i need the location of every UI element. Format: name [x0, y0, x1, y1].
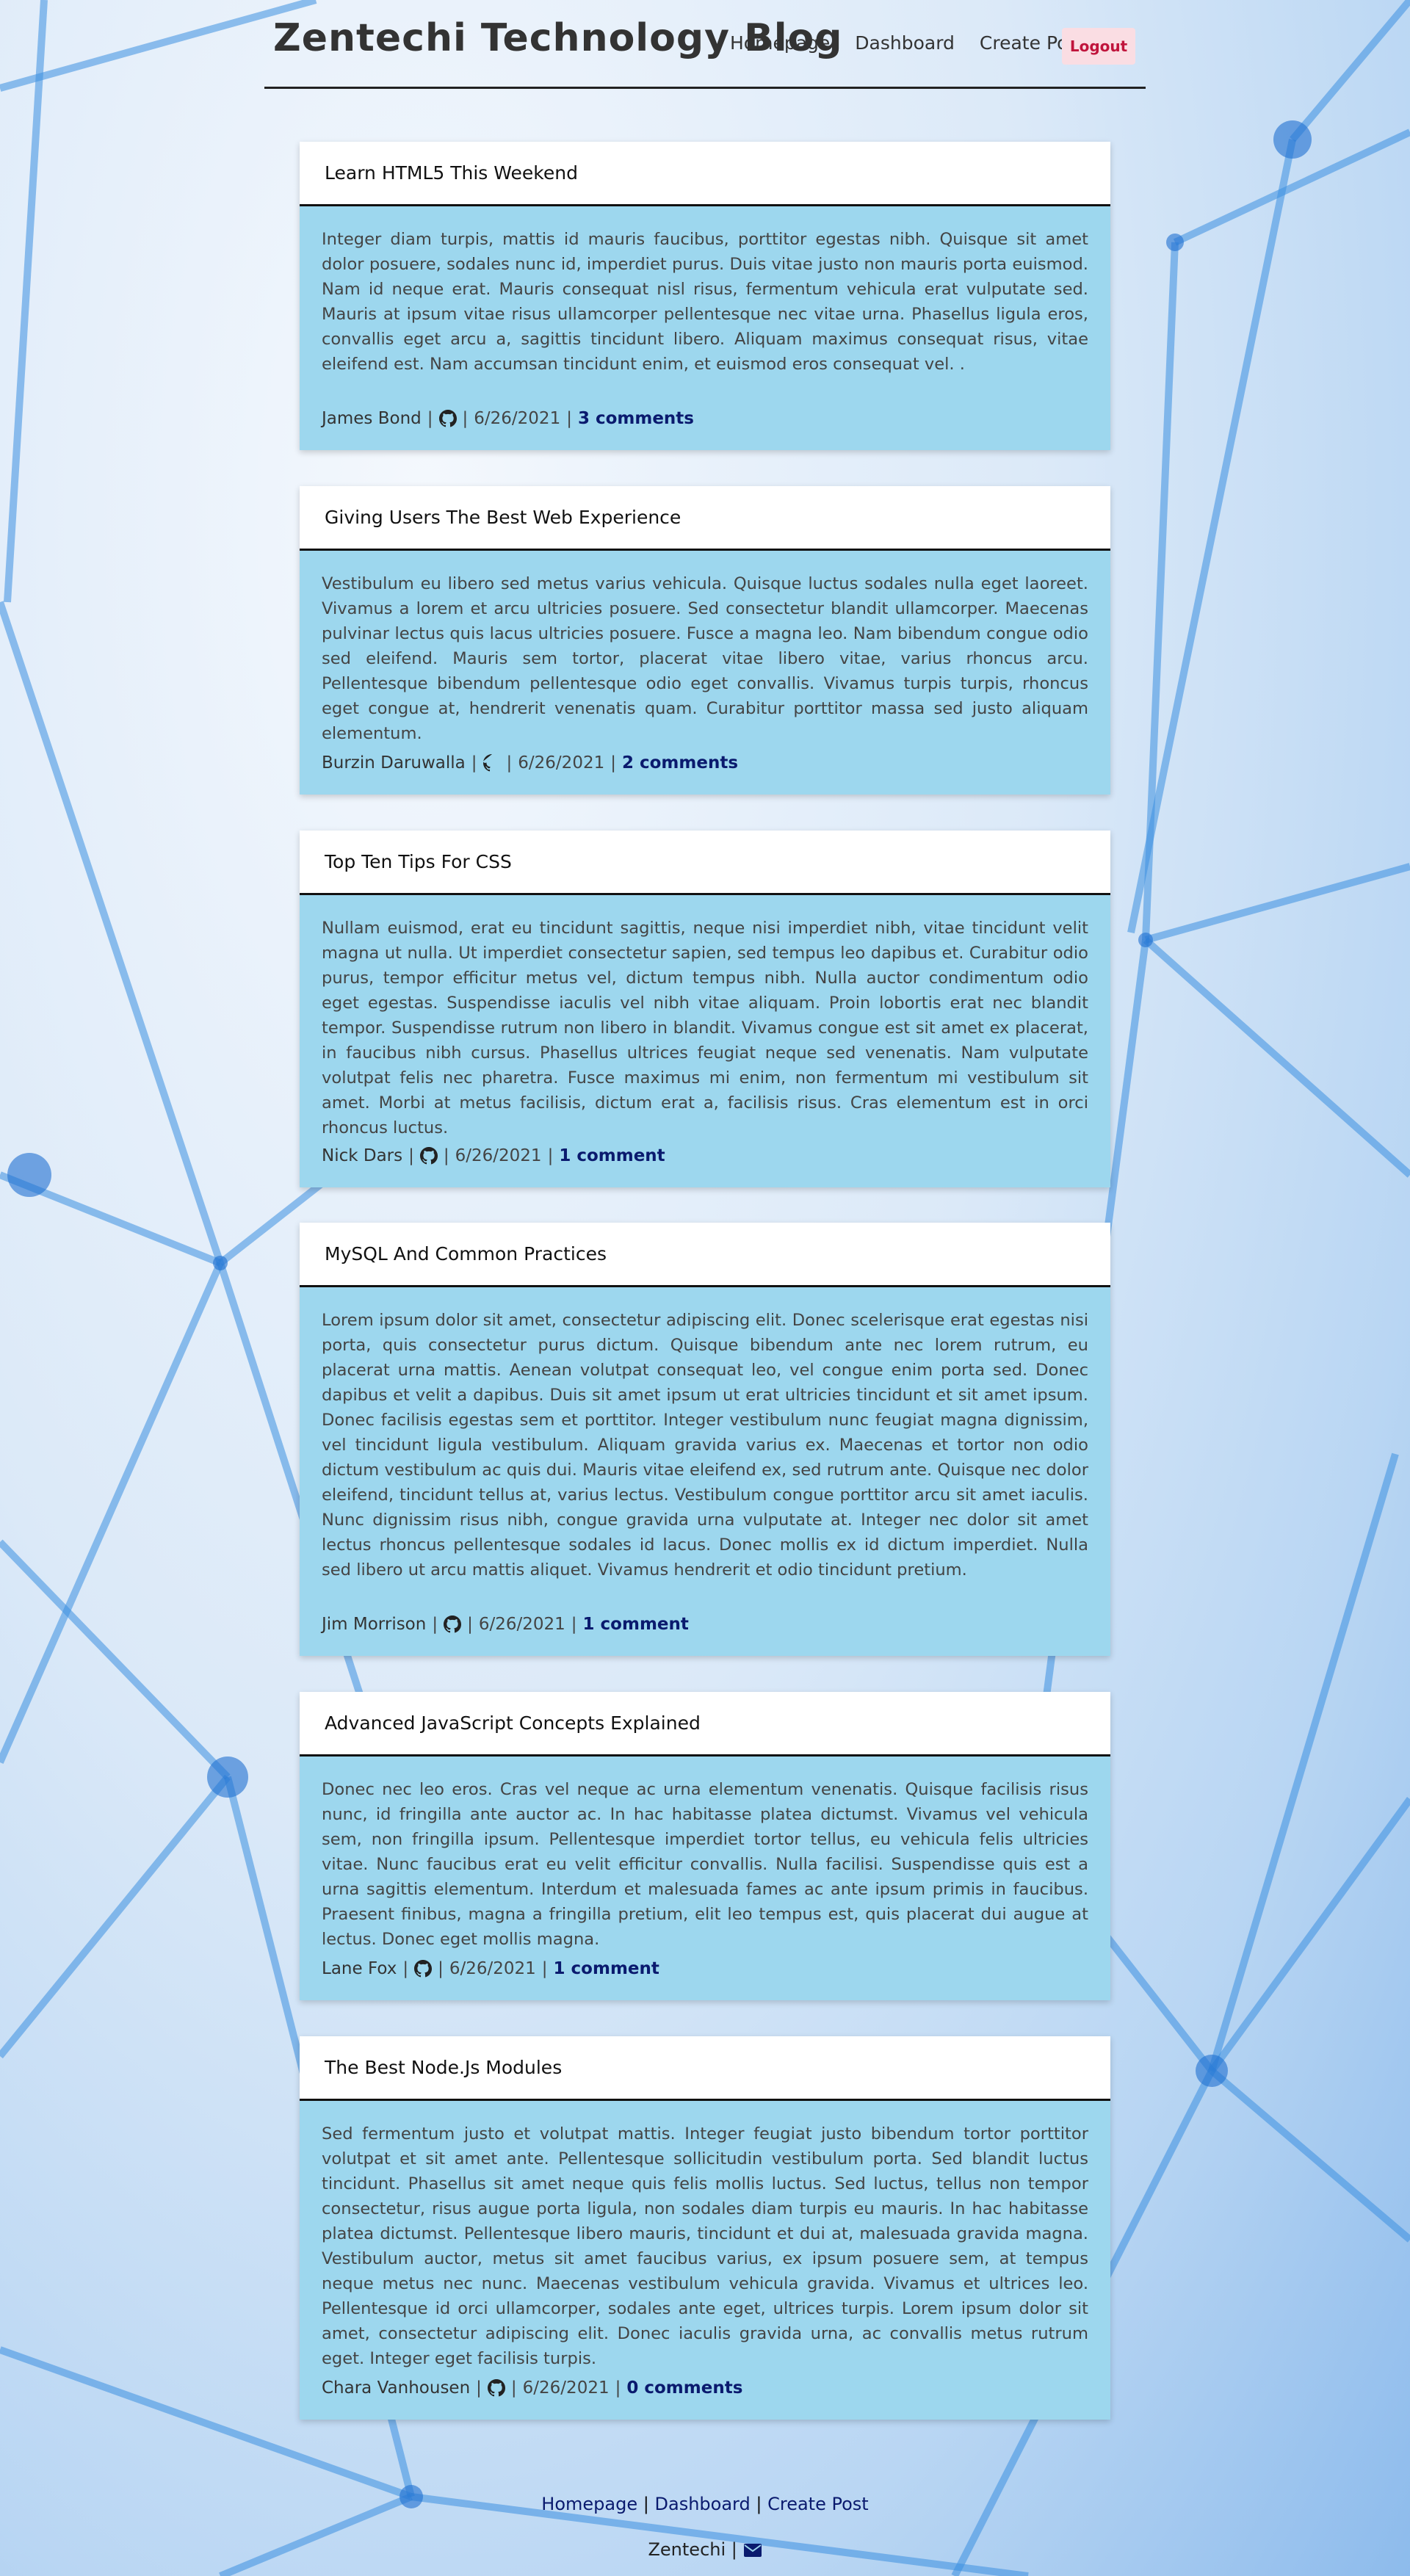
logout-button[interactable]: Logout: [1062, 28, 1135, 65]
post-comments-link[interactable]: 1 comment: [583, 1615, 689, 1634]
github-icon[interactable]: [444, 1616, 462, 1633]
post-card: Top Ten Tips For CSS Nullam euismod, era…: [300, 831, 1110, 1187]
post-card: Advanced JavaScript Concepts Explained D…: [300, 1692, 1110, 2000]
post-content: Sed fermentum justo et volutpat mattis. …: [322, 2124, 1088, 2368]
post-author: Burzin Daruwalla: [322, 753, 466, 773]
post-meta: Nick Dars | | 6/26/2021 | 1 comment: [322, 1146, 665, 1165]
post-date: 6/26/2021: [522, 2378, 610, 2398]
post-comments-link[interactable]: 1 comment: [554, 1959, 659, 1978]
post-header[interactable]: Top Ten Tips For CSS: [300, 831, 1110, 895]
post-meta: Lane Fox | | 6/26/2021 | 1 comment: [322, 1959, 659, 1978]
post-comments-link[interactable]: 3 comments: [578, 409, 694, 428]
post-title[interactable]: Advanced JavaScript Concepts Explained: [325, 1712, 701, 1734]
github-icon[interactable]: [414, 1960, 433, 1978]
post-author: Lane Fox: [322, 1959, 397, 1978]
post-header[interactable]: The Best Node.Js Modules: [300, 2036, 1110, 2101]
post-comments-link[interactable]: 2 comments: [622, 753, 738, 773]
footer-nav: Homepage | Dashboard | Create Post: [0, 2494, 1410, 2514]
post-card: The Best Node.Js Modules Sed fermentum j…: [300, 2036, 1110, 2420]
post-meta: Chara Vanhousen | | 6/26/2021 | 0 commen…: [322, 2378, 743, 2398]
nav-dashboard[interactable]: Dashboard: [855, 32, 955, 54]
footer-link-dashboard[interactable]: Dashboard: [655, 2494, 751, 2514]
github-icon[interactable]: [487, 2379, 505, 2397]
footer-brand: Zentechi: [648, 2539, 726, 2560]
post-author: Nick Dars: [322, 1146, 403, 1165]
footer-separator: |: [731, 2539, 737, 2560]
post-date: 6/26/2021: [474, 409, 561, 428]
post-title[interactable]: Giving Users The Best Web Experience: [325, 507, 681, 528]
post-meta: Burzin Daruwalla | | 6/26/2021 | 2 comme…: [322, 753, 739, 773]
post-title[interactable]: Learn HTML5 This Weekend: [325, 162, 578, 184]
footer-bottom: Zentechi |: [0, 2539, 1410, 2560]
post-title[interactable]: MySQL And Common Practices: [325, 1243, 607, 1265]
post-title[interactable]: Top Ten Tips For CSS: [325, 851, 512, 872]
post-content: Donec nec leo eros. Cras vel neque ac ur…: [322, 1780, 1088, 1949]
post-date: 6/26/2021: [478, 1615, 565, 1634]
post-content: Integer diam turpis, mattis id mauris fa…: [322, 230, 1088, 374]
github-icon[interactable]: [438, 410, 457, 427]
post-date: 6/26/2021: [455, 1146, 542, 1165]
envelope-icon[interactable]: [743, 2543, 762, 2558]
post-header[interactable]: Giving Users The Best Web Experience: [300, 486, 1110, 551]
nav-homepage[interactable]: Homepage: [730, 32, 830, 54]
footer-link-homepage[interactable]: Homepage: [541, 2494, 637, 2514]
post-author: Chara Vanhousen: [322, 2378, 471, 2398]
post-author: James Bond: [322, 409, 422, 428]
post-date: 6/26/2021: [449, 1959, 536, 1978]
post-title[interactable]: The Best Node.Js Modules: [325, 2057, 562, 2078]
post-header[interactable]: Advanced JavaScript Concepts Explained: [300, 1692, 1110, 1756]
post-content: Lorem ipsum dolor sit amet, consectetur …: [322, 1311, 1088, 1580]
post-author: Jim Morrison: [322, 1615, 427, 1634]
post-card: Learn HTML5 This Weekend Integer diam tu…: [300, 142, 1110, 450]
post-meta: Jim Morrison | | 6/26/2021 | 1 comment: [322, 1615, 689, 1634]
post-comments-link[interactable]: 1 comment: [559, 1146, 665, 1165]
main-nav: Homepage Dashboard Create Post: [730, 32, 1085, 54]
post-comments-link[interactable]: 0 comments: [626, 2378, 742, 2398]
footer-link-create-post[interactable]: Create Post: [767, 2494, 869, 2514]
post-content: Nullam euismod, erat eu tincidunt sagitt…: [322, 919, 1088, 1137]
post-date: 6/26/2021: [518, 753, 605, 773]
post-card: MySQL And Common Practices Lorem ipsum d…: [300, 1223, 1110, 1656]
github-icon[interactable]: [419, 1147, 438, 1165]
post-meta: James Bond | | 6/26/2021 | 3 comments: [322, 409, 694, 428]
footer-separator: |: [756, 2494, 762, 2514]
footer-separator: |: [643, 2494, 649, 2514]
site-header: Zentechi Technology Blog Homepage Dashbo…: [264, 0, 1146, 89]
post-card: Giving Users The Best Web Experience Ves…: [300, 486, 1110, 795]
post-header[interactable]: Learn HTML5 This Weekend: [300, 142, 1110, 206]
post-header[interactable]: MySQL And Common Practices: [300, 1223, 1110, 1287]
github-icon[interactable]: [482, 754, 501, 772]
post-content: Vestibulum eu libero sed metus varius ve…: [322, 574, 1088, 743]
